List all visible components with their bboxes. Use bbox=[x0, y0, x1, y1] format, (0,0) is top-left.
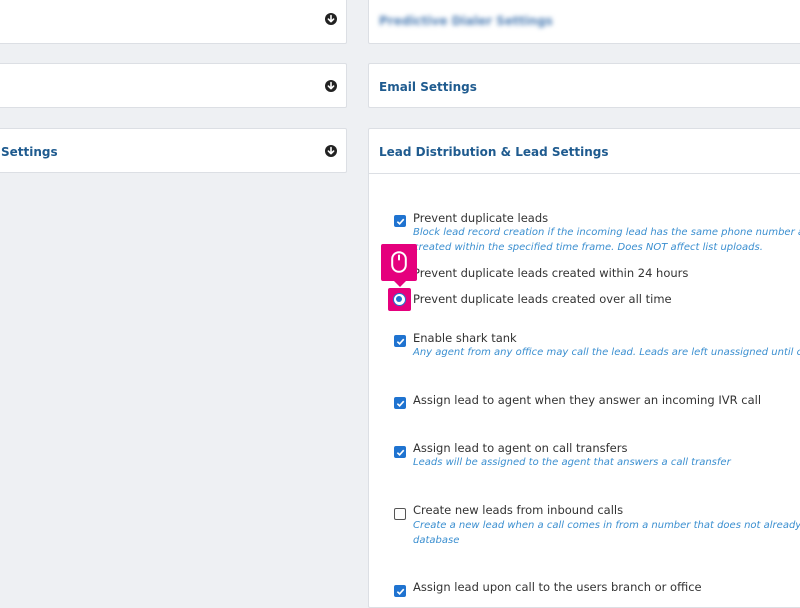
create-inbound-checkbox[interactable] bbox=[394, 508, 406, 520]
create-inbound-label: Create new leads from inbound calls bbox=[413, 503, 624, 517]
left-panel-2[interactable] bbox=[0, 63, 347, 108]
check-icon bbox=[396, 400, 404, 407]
duplicates-all-time-label: Prevent duplicate leads created over all… bbox=[413, 292, 672, 306]
shark-tank-desc: Any agent from any office may call the l… bbox=[413, 347, 800, 358]
check-icon bbox=[396, 588, 404, 595]
shark-tank-label: Enable shark tank bbox=[413, 331, 517, 345]
ivr-assign-checkbox[interactable] bbox=[394, 397, 406, 409]
transfer-assign-checkbox[interactable] bbox=[394, 446, 406, 458]
transfer-assign-label: Assign lead to agent on call transfers bbox=[413, 441, 628, 455]
lead-distribution-panel: Lead Distribution & Lead Settings Preven… bbox=[368, 128, 800, 608]
predictive-dialer-settings-title: Predictive Dialer Settings bbox=[379, 14, 553, 28]
email-settings-title: Email Settings bbox=[379, 80, 477, 94]
click-target-highlight bbox=[388, 288, 411, 311]
cursor-indicator bbox=[381, 244, 417, 287]
ivr-assign-label: Assign lead to agent when they answer an… bbox=[413, 393, 762, 407]
create-inbound-desc-2: database bbox=[413, 535, 460, 546]
transfer-assign-desc: Leads will be assigned to the agent that… bbox=[413, 457, 731, 468]
shark-tank-checkbox[interactable] bbox=[394, 335, 406, 347]
email-settings-panel[interactable]: Email Settings bbox=[368, 63, 800, 108]
branch-assign-checkbox[interactable] bbox=[394, 585, 406, 597]
prevent-duplicates-desc-2: created within the specified time frame.… bbox=[413, 242, 763, 253]
branch-assign-label: Assign lead upon call to the users branc… bbox=[413, 580, 702, 594]
check-icon bbox=[396, 218, 404, 225]
lead-distribution-header[interactable]: Lead Distribution & Lead Settings bbox=[369, 129, 800, 174]
prevent-duplicates-checkbox[interactable] bbox=[394, 215, 406, 227]
highlighted-radio[interactable] bbox=[393, 293, 406, 306]
collapse-circle-arrow-icon[interactable] bbox=[325, 80, 337, 92]
prevent-duplicates-desc: Block lead record creation if the incomi… bbox=[413, 227, 800, 238]
mouse-icon bbox=[391, 251, 407, 273]
prevent-duplicates-label: Prevent duplicate leads bbox=[413, 211, 549, 225]
duplicates-24h-label: Prevent duplicate leads created within 2… bbox=[413, 266, 689, 280]
collapse-circle-arrow-icon[interactable] bbox=[325, 13, 337, 25]
left-panel-3-title: Settings bbox=[1, 145, 58, 159]
check-icon bbox=[396, 338, 404, 345]
predictive-dialer-settings-panel[interactable]: Predictive Dialer Settings bbox=[368, 0, 800, 44]
check-icon bbox=[396, 449, 404, 456]
create-inbound-desc: Create a new lead when a call comes in f… bbox=[413, 520, 800, 531]
left-panel-3[interactable]: Settings bbox=[0, 128, 347, 173]
collapse-circle-arrow-icon[interactable] bbox=[325, 145, 337, 157]
left-panel-1[interactable] bbox=[0, 0, 347, 44]
lead-distribution-title: Lead Distribution & Lead Settings bbox=[379, 145, 609, 159]
